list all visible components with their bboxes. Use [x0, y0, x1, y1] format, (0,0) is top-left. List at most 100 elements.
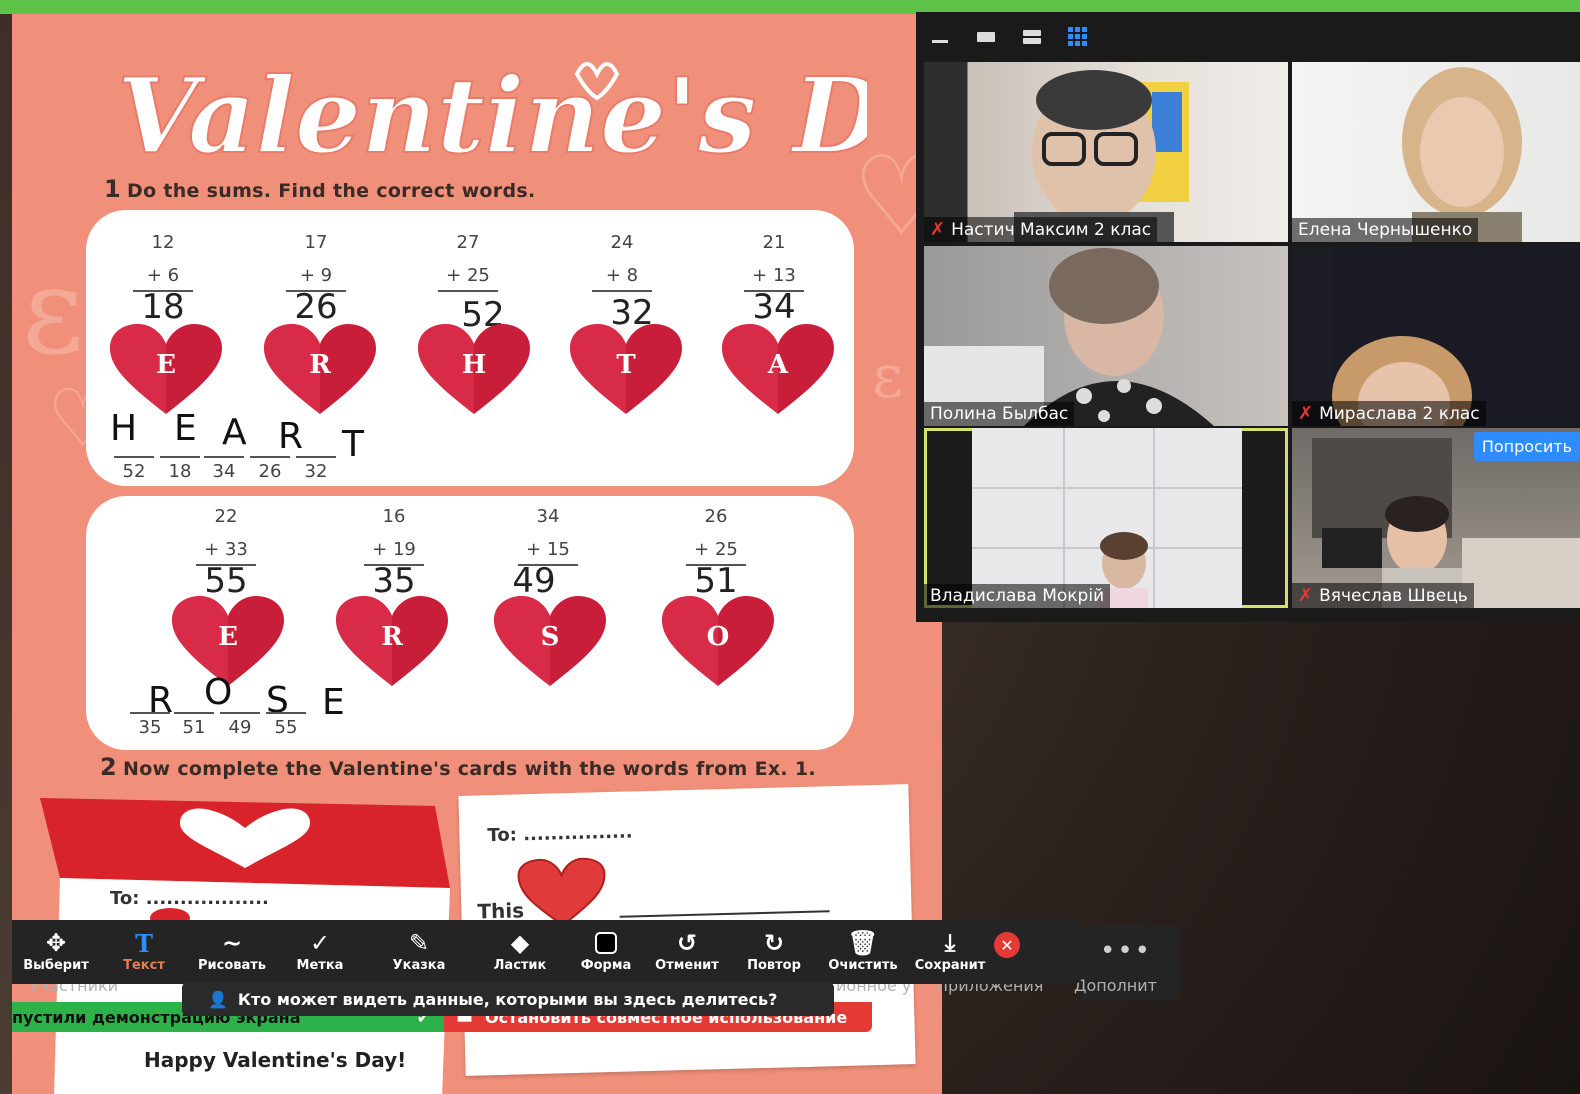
sum-item: 17 + 9 26	[256, 226, 376, 324]
heart-decor-icon: ε	[22, 242, 85, 381]
sum-item: 26 + 25 51	[656, 500, 776, 598]
speaker-view-icon[interactable]	[974, 25, 998, 49]
video-tile[interactable]: Попросить ✗ Вячеслав Швець	[1292, 428, 1580, 608]
participant-name: ✗ Вячеслав Швець	[1292, 583, 1474, 608]
strip-view-icon[interactable]	[1020, 25, 1044, 49]
answer-code: 26	[250, 456, 290, 482]
handwritten-answer: 18	[141, 287, 185, 327]
participant-name: Полина Былбас	[924, 402, 1075, 426]
sum-item: 22 + 33 55	[166, 500, 286, 598]
answer-code: 49	[220, 712, 260, 738]
minimize-icon[interactable]	[928, 25, 952, 49]
annotation-toolbar: ✥ Выберит T Текст ∼ Рисовать ✓ Метка ✎ Указка…	[12, 920, 1082, 984]
answer-letter: E	[322, 682, 345, 723]
video-tile[interactable]: Владислава Мокрій	[924, 428, 1288, 608]
ask-to-unmute-button[interactable]: Попросить	[1473, 432, 1580, 461]
participant-name: Владислава Мокрій	[924, 584, 1111, 608]
stamp-icon: ✓	[309, 929, 331, 957]
answer-letter: O	[204, 672, 233, 713]
shape-icon	[594, 928, 618, 958]
answer-code: 52	[114, 456, 154, 482]
background-edge	[0, 0, 12, 1094]
more-dots-icon[interactable]: •••	[1100, 936, 1152, 966]
gallery-toolbar	[916, 12, 1580, 62]
draw-icon: ∼	[221, 929, 243, 957]
redo-button[interactable]: ↻ Повтор	[728, 928, 820, 973]
gallery-view-icon[interactable]	[1066, 25, 1090, 49]
answer-letter: A	[222, 412, 247, 453]
more-button[interactable]: Дополнит	[1074, 976, 1157, 995]
heart-icon: H	[418, 324, 530, 416]
answer-letter: H	[110, 408, 138, 449]
trash-icon: 🗑	[847, 929, 879, 957]
save-icon: ⤓	[944, 929, 956, 957]
answer-code: 34	[204, 456, 244, 482]
sum-item: 24 + 8 32	[562, 226, 682, 330]
answer-letter: T	[342, 424, 364, 465]
mic-muted-icon: ✗	[930, 219, 946, 240]
exercise-1-heading: 1 Do the sums. Find the correct words.	[104, 175, 536, 203]
heart-icon: R	[264, 324, 376, 416]
participant-video	[924, 248, 1214, 426]
answer-code: 55	[266, 712, 306, 738]
spotlight-icon: ✎	[408, 929, 430, 957]
stamp-tool-button[interactable]: ✓ Метка	[276, 928, 364, 973]
participant-name: ✗ Настич Максим 2 клас	[924, 217, 1158, 242]
video-tile[interactable]: ✗ Мираслава 2 клас	[1292, 246, 1580, 426]
eraser-icon: ◆	[510, 929, 530, 957]
clear-button[interactable]: 🗑 Очистить	[820, 928, 906, 973]
handwritten-answer: 51	[694, 561, 738, 601]
answer-code: 18	[160, 456, 200, 482]
video-tile[interactable]: ✗ Настич Максим 2 клас	[924, 62, 1288, 242]
shape-tool-button[interactable]: Форма	[566, 928, 646, 973]
answer-letter: R	[278, 416, 304, 457]
redo-icon: ↻	[763, 929, 785, 957]
heart-icon: R	[336, 596, 448, 688]
person-icon: 👤	[208, 989, 228, 1009]
handwritten-answer: 26	[294, 287, 338, 327]
heart-decor-icon: ε	[872, 342, 904, 412]
card-blank-line	[619, 910, 830, 918]
sum-item: 27 + 25 52	[408, 226, 528, 332]
video-tile[interactable]: Полина Былбас	[924, 246, 1288, 426]
participant-name: Елена Чернышенко	[1292, 218, 1479, 242]
answer-code: 35	[130, 712, 170, 738]
heart-icon: O	[662, 596, 774, 688]
share-visibility-notice[interactable]: 👤 Кто может видеть данные, которыми вы з…	[182, 982, 834, 1016]
text-icon: T	[135, 928, 153, 958]
text-tool-button[interactable]: T Текст	[100, 928, 188, 974]
close-annotation-icon[interactable]: ✕	[994, 932, 1020, 958]
answer-code: 51	[174, 712, 214, 738]
participant-name: ✗ Мираслава 2 клас	[1292, 401, 1486, 426]
card-to-line: To: ..................	[110, 888, 269, 909]
eraser-tool-button[interactable]: ◆ Ластик	[474, 928, 566, 973]
video-gallery-window: ✗ Настич Максим 2 клас Елена Чернышенко П…	[916, 12, 1580, 622]
move-icon: ✥	[45, 929, 67, 957]
participant-video	[1014, 70, 1189, 242]
draw-tool-button[interactable]: ∼ Рисовать	[188, 928, 276, 973]
participant-video	[1402, 67, 1522, 242]
handwritten-answer: 35	[372, 561, 416, 601]
spotlight-tool-button[interactable]: ✎ Указка	[364, 928, 474, 973]
heart-icon: T	[570, 324, 682, 416]
heart-icon: A	[722, 324, 834, 416]
undo-icon: ↺	[676, 929, 698, 957]
sum-item: 16 + 19 35	[334, 500, 454, 598]
heart-icon	[517, 857, 606, 927]
handwritten-answer: 49	[512, 561, 556, 601]
handwritten-answer: 55	[204, 561, 248, 601]
exercise-2-heading: 2 Now complete the Valentine's cards with…	[100, 753, 816, 781]
screen: ε ♡ ε ♡ Valentine's Day 1Do the sums. Fi…	[0, 0, 1580, 1094]
undo-button[interactable]: ↺ Отменит	[646, 928, 728, 973]
mic-muted-icon: ✗	[1298, 585, 1314, 606]
card-to-line: To: ................	[487, 821, 633, 847]
select-tool-button[interactable]: ✥ Выберит	[12, 928, 100, 973]
heart-icon: E	[110, 324, 222, 416]
worksheet-title: Valentine's Day	[116, 53, 867, 178]
save-button[interactable]: ⤓ Сохранит	[906, 928, 994, 973]
card-footer: Happy Valentine's Day!	[144, 1048, 407, 1072]
video-tile[interactable]: Елена Чернышенко	[1292, 62, 1580, 242]
title-text: Valentine's Day	[117, 54, 867, 177]
answer-letter: E	[174, 408, 197, 449]
sum-item: 34 + 15 49	[488, 500, 608, 598]
